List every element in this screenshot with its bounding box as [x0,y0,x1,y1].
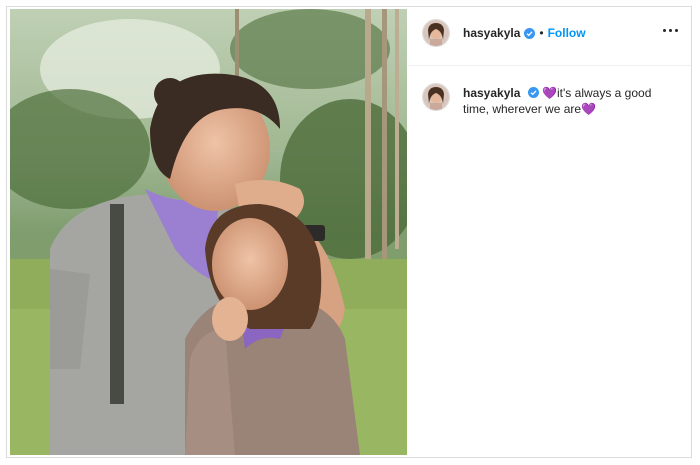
caption-avatar[interactable] [422,83,450,111]
more-options-icon[interactable] [661,23,681,37]
post-photo[interactable] [10,9,407,455]
follow-button[interactable]: Follow [548,26,586,40]
post-caption: hasyakyla 💜it's always a good time, wher… [463,85,673,117]
post-header: hasyakyla • Follow [408,9,691,66]
avatar[interactable] [422,19,450,47]
caption-username-link[interactable]: hasyakyla [463,86,520,100]
username-link[interactable]: hasyakyla [463,26,520,40]
header-user-line: hasyakyla • Follow [463,26,586,40]
separator-dot: • [539,26,544,40]
verified-badge-icon [527,87,539,98]
post-side-panel: hasyakyla • Follow hasyakyla 💜it's alway… [408,9,691,455]
verified-badge-icon [524,27,536,39]
